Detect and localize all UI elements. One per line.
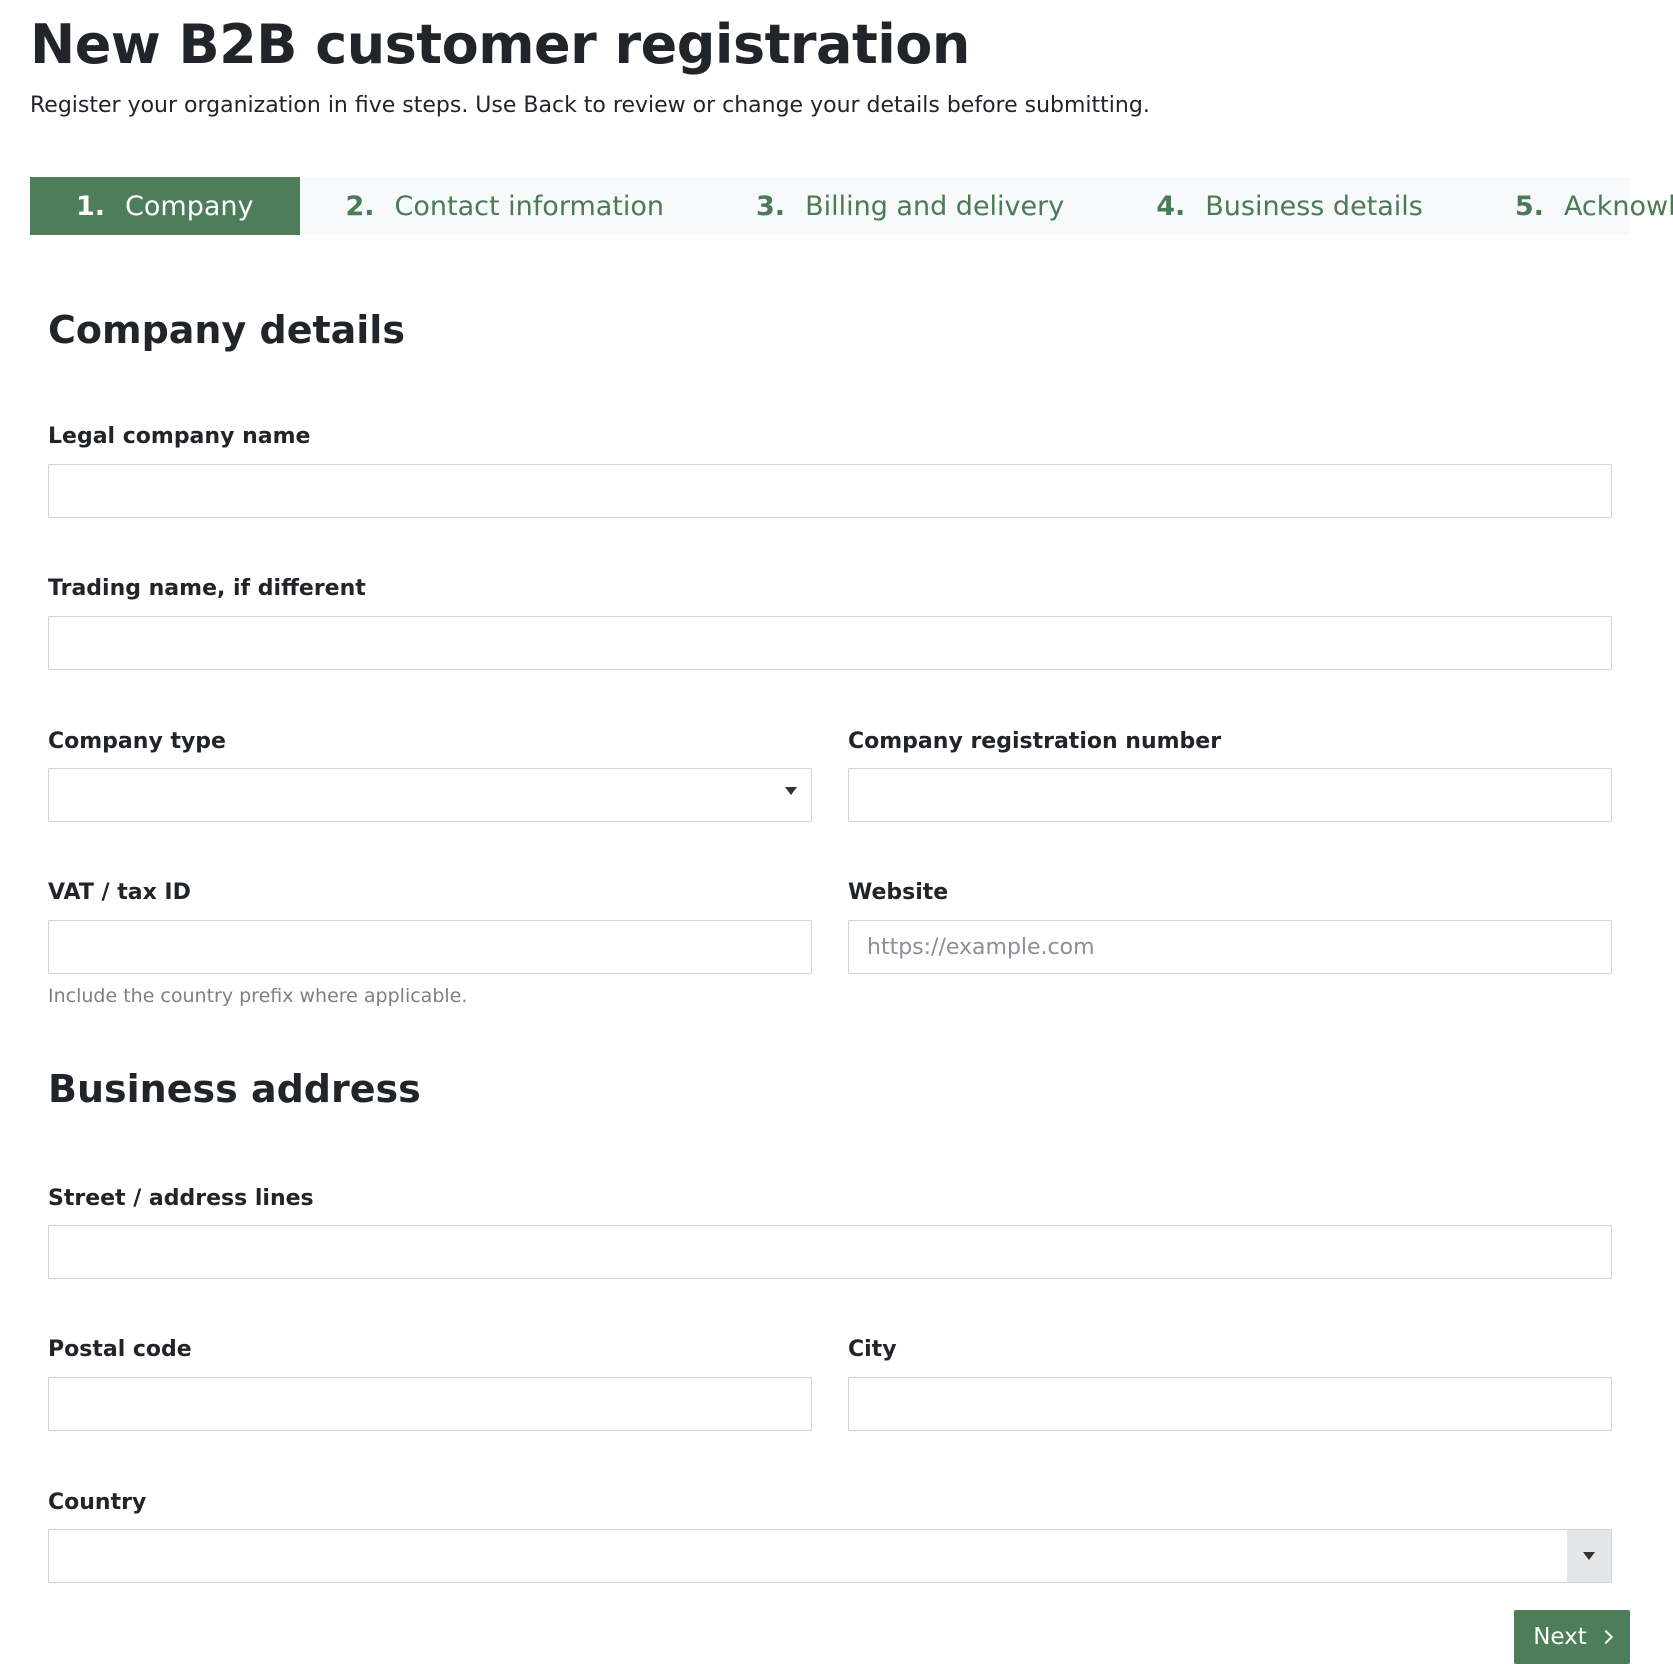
website-input[interactable] bbox=[848, 920, 1612, 974]
step-acknowledge[interactable]: 5. Acknowledge bbox=[1469, 177, 1673, 235]
step-business-details[interactable]: 4. Business details bbox=[1110, 177, 1469, 235]
step-number: 1. bbox=[76, 190, 106, 222]
chevron-right-icon bbox=[1598, 1629, 1613, 1645]
business-address-heading: Business address bbox=[48, 1067, 421, 1111]
step-number: 2. bbox=[345, 190, 375, 222]
step-number: 3. bbox=[756, 190, 786, 222]
country-label: Country bbox=[48, 1490, 147, 1515]
step-label: Acknowledge bbox=[1563, 190, 1673, 222]
postal-code-label: Postal code bbox=[48, 1337, 192, 1362]
step-label: Contact information bbox=[394, 190, 665, 222]
city-input[interactable] bbox=[848, 1377, 1612, 1431]
step-number: 5. bbox=[1514, 190, 1544, 222]
page-title: New B2B customer registration bbox=[30, 13, 970, 76]
caret-down-icon bbox=[1583, 1552, 1595, 1560]
step-company[interactable]: 1. Company bbox=[30, 177, 300, 235]
step-number: 4. bbox=[1156, 190, 1186, 222]
step-navigation: 1. Company 2. Contact information 3. Bil… bbox=[30, 177, 1673, 235]
postal-code-input[interactable] bbox=[48, 1377, 812, 1431]
company-type-select[interactable] bbox=[48, 768, 812, 822]
next-button[interactable]: Next bbox=[1514, 1610, 1630, 1664]
trading-name-input[interactable] bbox=[48, 616, 1612, 670]
company-details-heading: Company details bbox=[48, 308, 405, 352]
country-select[interactable] bbox=[48, 1529, 1612, 1583]
vat-tax-id-help-text: Include the country prefix where applica… bbox=[48, 985, 468, 1007]
company-type-label: Company type bbox=[48, 729, 226, 754]
company-registration-number-label: Company registration number bbox=[848, 729, 1222, 754]
vat-tax-id-input[interactable] bbox=[48, 920, 812, 974]
vat-tax-id-label: VAT / tax ID bbox=[48, 880, 191, 905]
step-label: Company bbox=[125, 190, 254, 222]
street-address-label: Street / address lines bbox=[48, 1186, 314, 1211]
company-registration-number-input[interactable] bbox=[848, 768, 1612, 822]
step-label: Billing and delivery bbox=[805, 190, 1065, 222]
page-intro: Register your organization in five steps… bbox=[30, 93, 1150, 118]
country-select-toggle[interactable] bbox=[1567, 1530, 1611, 1582]
next-button-label: Next bbox=[1533, 1624, 1587, 1650]
step-label: Business details bbox=[1205, 190, 1423, 222]
legal-company-name-label: Legal company name bbox=[48, 424, 311, 449]
caret-down-icon bbox=[785, 787, 797, 795]
city-label: City bbox=[848, 1337, 897, 1362]
legal-company-name-input[interactable] bbox=[48, 464, 1612, 518]
step-contact-information[interactable]: 2. Contact information bbox=[300, 177, 711, 235]
website-label: Website bbox=[848, 880, 949, 905]
trading-name-label: Trading name, if different bbox=[48, 576, 366, 601]
step-billing-and-delivery[interactable]: 3. Billing and delivery bbox=[710, 177, 1110, 235]
street-address-input[interactable] bbox=[48, 1225, 1612, 1279]
